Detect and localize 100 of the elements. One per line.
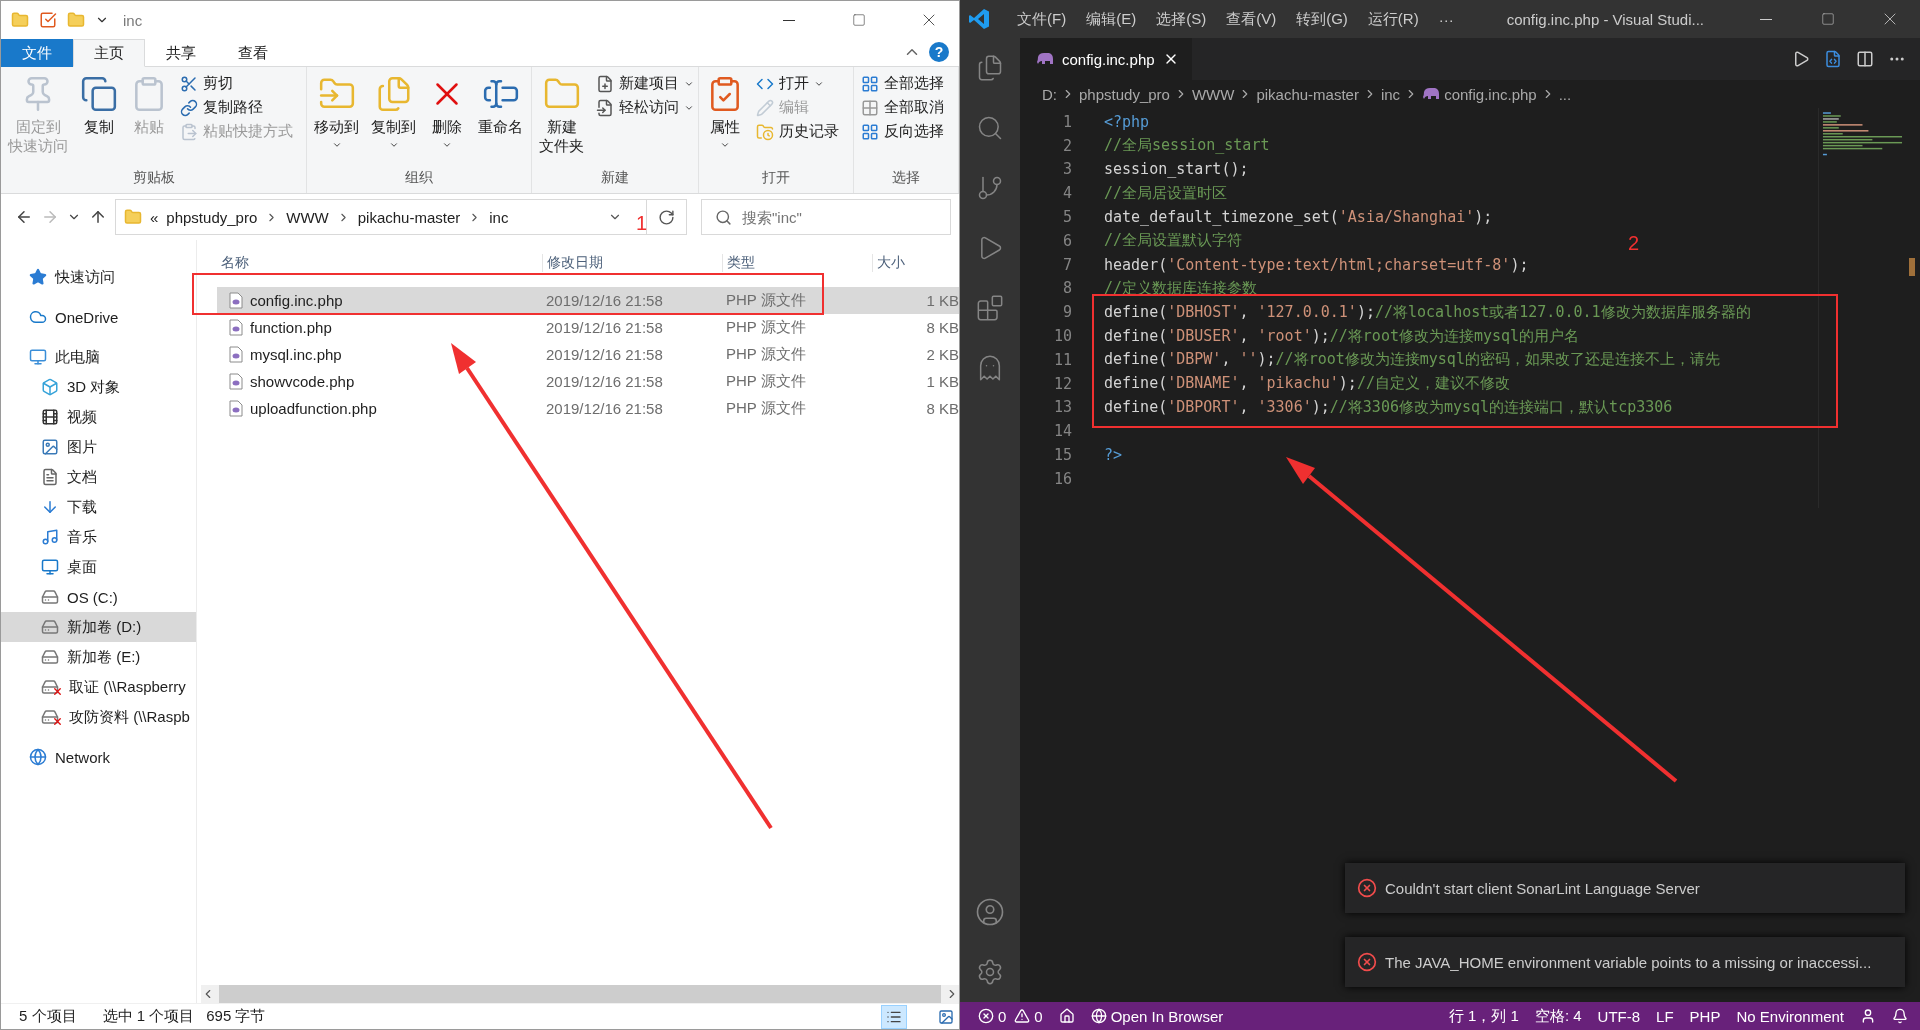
file-row[interactable]: function.php 2019/12/16 21:58 PHP 源文件 8 KB — [217, 314, 959, 341]
column-header[interactable]: 大小 — [872, 254, 959, 272]
sidebar-item[interactable]: 快速访问 — [1, 262, 196, 292]
file-row[interactable]: mysql.inc.php 2019/12/16 21:58 PHP 源文件 2 KB — [217, 341, 959, 368]
up-icon[interactable] — [89, 208, 107, 226]
breadcrumb[interactable]: WWW — [1191, 85, 1235, 103]
group-label: 新建 — [601, 169, 629, 187]
breadcrumb[interactable]: inc — [489, 208, 509, 226]
sidebar-item[interactable]: 新加卷 (D:) — [1, 612, 196, 642]
file-row[interactable]: config.inc.php 2019/12/16 21:58 PHP 源文件 1 KB — [217, 287, 959, 314]
maximize-icon — [852, 13, 866, 27]
status-item[interactable]: PHP — [1689, 1007, 1721, 1025]
search-field[interactable]: 搜索"inc" — [701, 199, 951, 235]
breadcrumb[interactable]: pikachu-master — [1256, 85, 1359, 103]
horizontal-scrollbar[interactable] — [201, 985, 959, 1003]
ribbon-tab[interactable]: 主页 — [73, 39, 145, 67]
ribbon-button[interactable]: 轻松访问 — [593, 97, 697, 118]
more-menu[interactable]: ··· — [1429, 10, 1463, 28]
help-button[interactable]: ? — [929, 42, 949, 62]
ribbon-button[interactable]: 剪切 — [177, 73, 296, 94]
breadcrumb[interactable]: phpstudy_pro — [1079, 85, 1170, 103]
split-editor-icon[interactable] — [1856, 50, 1874, 68]
home-icon[interactable] — [1058, 1008, 1075, 1024]
column-header[interactable]: 名称 — [217, 254, 542, 272]
ribbon-button[interactable]: 新建项目 — [593, 73, 697, 94]
ribbon-button[interactable]: 全部选择 — [858, 73, 947, 94]
back-icon[interactable] — [15, 208, 33, 226]
column-header[interactable]: 类型 — [722, 254, 872, 272]
ribbon-button[interactable]: 新建 文件夹 — [536, 73, 587, 157]
breadcrumb[interactable]: D: — [1042, 85, 1057, 103]
ribbon-tab[interactable]: 查看 — [217, 39, 289, 67]
code-line: define('DBUSER', 'root');//将root修改为连接mysql的用户名 — [1104, 326, 1580, 346]
sidebar-item[interactable]: 视频 — [1, 402, 196, 432]
breadcrumb[interactable]: phpstudy_pro — [166, 208, 258, 226]
sidebar-item[interactable]: 3D 对象 — [1, 372, 196, 402]
warning-icon — [1014, 1008, 1031, 1024]
ribbon-button[interactable]: 打开 — [753, 73, 842, 94]
ribbon-button[interactable]: 属性 — [703, 73, 747, 152]
line-number: 15 — [1052, 446, 1072, 465]
menu-item[interactable]: 运行(R) — [1358, 9, 1428, 29]
ribbon-tab[interactable]: 共享 — [145, 39, 217, 67]
ribbon-tab[interactable]: 文件 — [1, 39, 73, 67]
ribbon-button[interactable]: 移动到 — [311, 73, 362, 152]
overflow-chevron[interactable]: « — [150, 208, 159, 226]
editor-tab[interactable]: config.inc.php — [1020, 38, 1192, 80]
breadcrumb[interactable]: ... — [1558, 85, 1572, 103]
sidebar-item[interactable]: OS (C:) — [1, 582, 196, 612]
file-code-icon[interactable] — [1824, 50, 1842, 68]
table-cell-text: 2019/12/16 21:58 — [545, 319, 664, 336]
menu-item[interactable]: 查看(V) — [1217, 9, 1286, 29]
column-header[interactable]: 修改日期 — [542, 254, 722, 272]
sidebar-item[interactable]: 取证 (\\Raspberry — [1, 672, 196, 702]
details-view-button[interactable] — [881, 1004, 907, 1029]
person-icon[interactable] — [1860, 1008, 1876, 1024]
sidebar-item[interactable]: OneDrive — [1, 302, 196, 332]
menu-item[interactable]: 转到(G) — [1287, 9, 1357, 29]
sidebar-item[interactable]: 桌面 — [1, 552, 196, 582]
forward-icon[interactable] — [41, 208, 59, 226]
drive-icon — [41, 618, 59, 636]
file-row[interactable]: uploadfunction.php 2019/12/16 21:58 PHP 源文件 8 KB — [217, 395, 959, 422]
ribbon-button[interactable]: 复制到 — [368, 73, 419, 152]
sidebar-item[interactable]: 音乐 — [1, 522, 196, 552]
menu-item[interactable]: 选择(S) — [1147, 9, 1216, 29]
breadcrumb[interactable]: WWW — [286, 208, 329, 226]
sidebar-item[interactable]: 攻防资料 (\\Raspb — [1, 702, 196, 732]
file-plus-icon — [596, 74, 614, 93]
status-item[interactable]: LF — [1656, 1007, 1674, 1025]
breadcrumb[interactable]: pikachu-master — [357, 208, 461, 226]
file-icon — [229, 346, 243, 363]
ribbon-button[interactable]: 重命名 — [475, 73, 526, 138]
ribbon-button[interactable]: 反向选择 — [858, 121, 947, 142]
tab-label: config.inc.php — [1062, 50, 1155, 68]
status-item[interactable]: No Environment — [1736, 1007, 1844, 1025]
breadcrumb[interactable]: inc — [1380, 85, 1401, 103]
breadcrumb[interactable]: config.inc.php — [1444, 85, 1537, 103]
menu-item[interactable]: 文件(F) — [1008, 9, 1076, 29]
menu-item[interactable]: 编辑(E) — [1077, 9, 1146, 29]
line-number: 5 — [1061, 208, 1072, 227]
ribbon-button[interactable]: 复制路径 — [177, 97, 296, 118]
problems-indicator[interactable]: 0 0 — [978, 1007, 1043, 1025]
sidebar-item[interactable]: Network — [1, 742, 196, 772]
checkbox-icon[interactable] — [39, 11, 57, 29]
sidebar-item[interactable]: 下载 — [1, 492, 196, 522]
play-icon[interactable] — [1792, 50, 1810, 68]
sidebar-item[interactable]: 此电脑 — [1, 342, 196, 372]
ribbon-button[interactable]: 复制 — [77, 73, 121, 138]
file-row[interactable]: showvcode.php 2019/12/16 21:58 PHP 源文件 1 KB — [217, 368, 959, 395]
sidebar-item[interactable]: 图片 — [1, 432, 196, 462]
status-item[interactable]: 空格: 4 — [1534, 1006, 1582, 1026]
ribbon-button[interactable]: 删除 — [425, 73, 469, 152]
sidebar-item[interactable]: 文档 — [1, 462, 196, 492]
sidebar-item[interactable]: 新加卷 (E:) — [1, 642, 196, 672]
bell-icon[interactable] — [1892, 1008, 1908, 1024]
status-item[interactable]: UTF-8 — [1597, 1007, 1641, 1025]
status-item[interactable]: 行 1，列 1 — [1448, 1006, 1519, 1026]
open-in-browser-button[interactable]: Open In Browser — [1090, 1007, 1224, 1025]
ribbon-button[interactable]: 全部取消 — [858, 97, 947, 118]
annotation-number: 2 — [1628, 232, 1640, 255]
ribbon-button[interactable]: 历史记录 — [753, 121, 842, 142]
code-line: date_default_timezone_set('Asia/Shanghai'); — [1104, 208, 1493, 227]
